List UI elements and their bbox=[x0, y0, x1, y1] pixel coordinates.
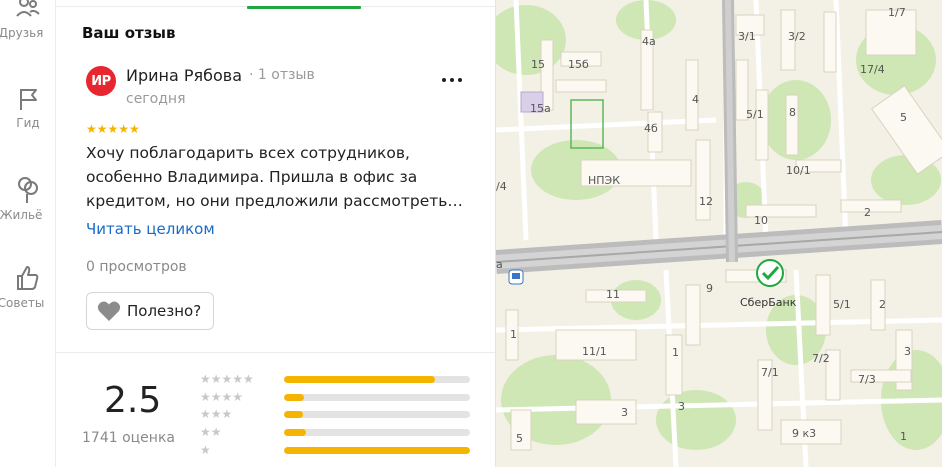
rail-label-friends: Друзья bbox=[0, 26, 44, 40]
sberbank-poi-marker[interactable]: СберБанк bbox=[740, 259, 797, 309]
rail-label-guide: Гид bbox=[16, 116, 40, 130]
rating-bar-fill bbox=[284, 447, 470, 454]
map-label: 12 bbox=[699, 195, 713, 208]
map-label: 5/1 bbox=[833, 298, 851, 311]
rail-item-guide[interactable]: Гид bbox=[0, 86, 56, 130]
rating-bar-fill bbox=[284, 411, 303, 418]
review-text: Хочу поблагодарить всех сотрудников, осо… bbox=[86, 144, 463, 210]
rating-count: 1741 оценка bbox=[82, 430, 175, 446]
bus-stop-icon[interactable] bbox=[508, 269, 524, 285]
rating-bar-track bbox=[284, 376, 470, 383]
map-label: 2 bbox=[864, 206, 871, 219]
map-label: 11 bbox=[606, 288, 620, 301]
rating-row-stars: ★★ bbox=[200, 425, 222, 439]
more-dot-icon bbox=[458, 78, 462, 82]
rating-bar-fill bbox=[284, 376, 435, 383]
rating-bar-track bbox=[284, 429, 470, 436]
map-label: 11/1 bbox=[582, 345, 607, 358]
review-date: сегодня bbox=[126, 91, 186, 107]
rating-bar-track bbox=[284, 411, 470, 418]
map-label: 4б bbox=[644, 122, 658, 135]
more-options-button[interactable] bbox=[438, 66, 466, 94]
useful-label: Полезно? bbox=[127, 302, 202, 320]
friends-icon bbox=[16, 0, 40, 17]
map-view[interactable]: СберБанк 1/7 3/1 3/2 4а 4 15 15б 15а 4б … bbox=[496, 0, 942, 467]
rating-bar-fill bbox=[284, 429, 307, 436]
author-name[interactable]: Ирина Рябова bbox=[126, 66, 242, 85]
map-label: 4а bbox=[642, 35, 656, 48]
active-tab-indicator bbox=[247, 6, 361, 9]
map-label: 3/2 bbox=[788, 30, 806, 43]
map-label: 1 bbox=[900, 430, 907, 443]
rating-value: 2.5 bbox=[104, 380, 162, 421]
map-label: 8 bbox=[789, 106, 796, 119]
rating-row-stars: ★★★★ bbox=[200, 390, 244, 404]
map-label: НПЭК bbox=[588, 174, 620, 187]
read-more-link[interactable]: Читать целиком bbox=[86, 220, 215, 238]
map-label: 7/3 bbox=[858, 373, 876, 386]
map-label: 10 bbox=[754, 214, 768, 227]
map-label: 1/7 bbox=[888, 6, 906, 19]
map-label: 9 к3 bbox=[792, 427, 816, 440]
map-label: 7/2 bbox=[812, 352, 830, 365]
rating-bar-track bbox=[284, 447, 470, 454]
map-label: 2 bbox=[879, 298, 886, 311]
map-label: 1 bbox=[510, 328, 517, 341]
heart-icon bbox=[97, 301, 121, 321]
map-label: 5 bbox=[516, 432, 523, 445]
map-label: 1 bbox=[672, 346, 679, 359]
rating-bar-track bbox=[284, 394, 470, 401]
rating-row-stars: ★★★ bbox=[200, 407, 233, 421]
map-label: 15 bbox=[531, 58, 545, 71]
map-label: /4 bbox=[496, 180, 507, 193]
rail-item-tips[interactable]: Советы bbox=[0, 264, 56, 310]
rail-item-housing[interactable]: Жильё bbox=[0, 174, 56, 222]
map-label: 4 bbox=[692, 93, 699, 106]
map-label: 5 bbox=[900, 111, 907, 124]
map-label: 17/4 bbox=[860, 63, 885, 76]
map-canvas[interactable]: СберБанк 1/7 3/1 3/2 4а 4 15 15б 15а 4б … bbox=[496, 0, 942, 467]
map-label: 9 bbox=[706, 282, 713, 295]
rail-label-housing: Жильё bbox=[0, 208, 43, 222]
housing-icon bbox=[18, 177, 38, 203]
rail-item-friends[interactable]: Друзья bbox=[0, 0, 56, 40]
section-divider bbox=[56, 352, 495, 353]
rating-bar-fill bbox=[284, 394, 305, 401]
flag-icon bbox=[20, 89, 37, 110]
thumbs-up-icon bbox=[17, 266, 39, 290]
map-label: 7/1 bbox=[761, 366, 779, 379]
map-label: a bbox=[496, 258, 503, 271]
rating-row-stars: ★★★★★ bbox=[200, 372, 254, 386]
rating-row-stars: ★ bbox=[200, 443, 211, 457]
author-review-count: · 1 отзыв bbox=[249, 67, 315, 83]
map-label: 5/1 bbox=[746, 108, 764, 121]
more-dot-icon bbox=[450, 78, 454, 82]
review-panel: Ваш отзыв ИР Ирина Рябова · 1 отзыв сего… bbox=[56, 0, 496, 467]
more-dot-icon bbox=[442, 78, 446, 82]
left-rail: Друзья Гид Жильё Советы bbox=[0, 0, 56, 467]
map-label: 15б bbox=[568, 58, 589, 71]
map-label: 3 bbox=[904, 345, 911, 358]
section-title: Ваш отзыв bbox=[82, 24, 176, 42]
views-count: 0 просмотров bbox=[86, 259, 187, 275]
map-label: 15а bbox=[530, 102, 551, 115]
map-label: 3/1 bbox=[738, 30, 756, 43]
avatar[interactable]: ИР bbox=[86, 66, 116, 96]
map-label: 10/1 bbox=[786, 164, 811, 177]
map-label: 3 bbox=[678, 400, 685, 413]
rail-label-tips: Советы bbox=[0, 296, 45, 310]
poi-label[interactable]: СберБанк bbox=[740, 296, 797, 309]
review-stars: ★★★★★ bbox=[86, 122, 140, 136]
useful-button[interactable]: Полезно? bbox=[86, 292, 214, 330]
map-label: 3 bbox=[621, 406, 628, 419]
